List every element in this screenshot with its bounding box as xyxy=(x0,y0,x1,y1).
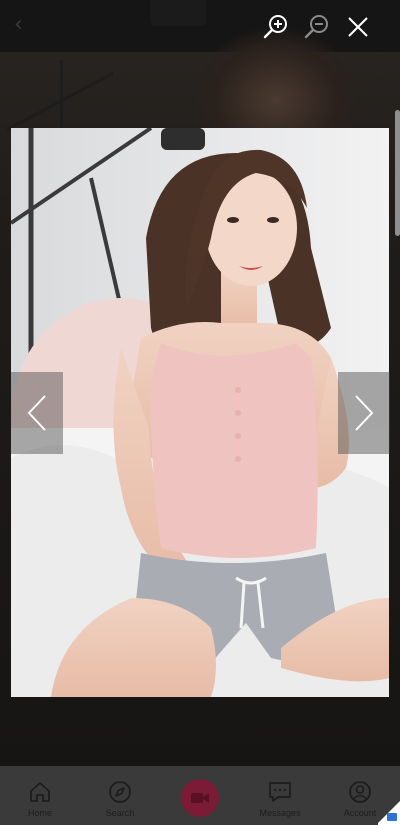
corner-badge xyxy=(378,800,400,825)
close-icon xyxy=(348,17,368,37)
previous-photo-button[interactable] xyxy=(11,372,63,454)
tab-live[interactable] xyxy=(160,766,240,825)
video-camera-icon xyxy=(191,793,209,803)
gallery-photo[interactable] xyxy=(11,128,389,697)
background-photo xyxy=(196,30,356,130)
magnifier-plus-icon xyxy=(263,15,287,39)
background-lamp xyxy=(150,0,206,26)
magnifier-minus-icon xyxy=(304,15,328,39)
chevron-left-icon xyxy=(27,395,46,431)
bottom-tab-bar: Home Search Messages Account xyxy=(0,766,400,825)
tab-home[interactable]: Home xyxy=(0,766,80,825)
home-icon xyxy=(27,779,53,805)
next-photo-button[interactable] xyxy=(338,372,390,454)
user-icon xyxy=(347,779,373,805)
badge-icon xyxy=(387,813,397,821)
photo-illustration xyxy=(11,128,389,697)
tab-search-label: Search xyxy=(105,808,135,818)
tab-home-label: Home xyxy=(27,808,52,818)
compass-icon xyxy=(107,779,133,805)
tab-search[interactable]: Search xyxy=(80,766,160,825)
chevron-right-icon xyxy=(355,395,374,431)
scrollbar-thumb[interactable] xyxy=(395,110,400,236)
back-arrow-icon: ‹ xyxy=(14,12,23,37)
tab-messages[interactable]: Messages xyxy=(240,766,320,825)
chat-icon xyxy=(267,779,293,805)
zoom-in-button[interactable] xyxy=(261,12,291,42)
close-button[interactable] xyxy=(343,12,373,42)
zoom-out-button[interactable] xyxy=(302,12,332,42)
tab-messages-label: Messages xyxy=(259,808,301,818)
live-video-button[interactable] xyxy=(181,779,219,817)
background-frame xyxy=(60,60,63,130)
tab-account-label: Account xyxy=(343,808,377,818)
